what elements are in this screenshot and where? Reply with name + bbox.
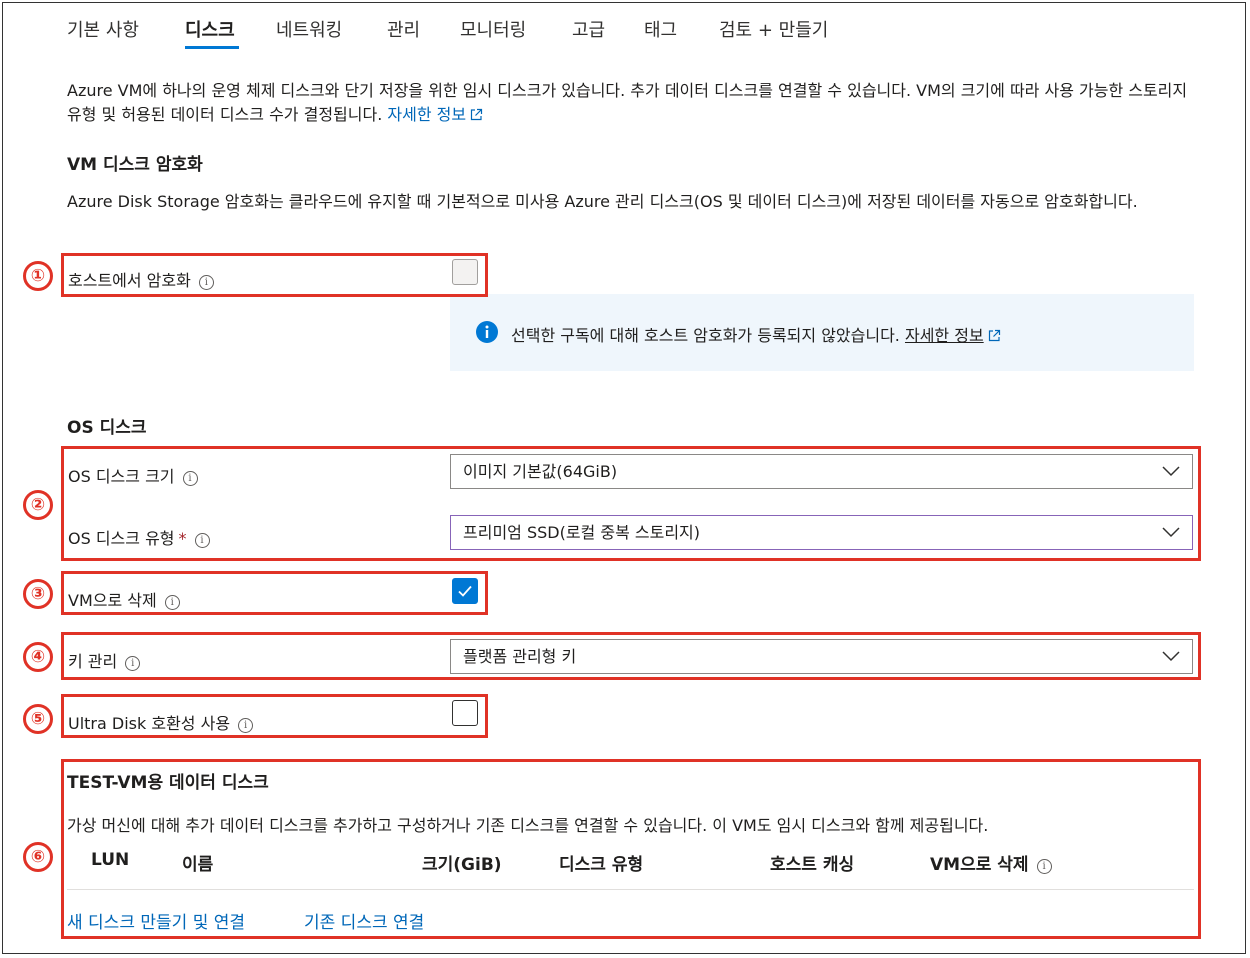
os-disk-heading: OS 디스크 [67, 418, 147, 438]
tab-networking[interactable]: 네트워킹 [276, 16, 342, 42]
key-management-label-text: 키 관리 [68, 652, 118, 671]
encryption-description: Azure Disk Storage 암호화는 클라우드에 유지할 때 기본적으… [67, 192, 1138, 211]
os-disk-type-value: 프리미엄 SSD(로컬 중복 스토리지) [463, 523, 701, 542]
tab-tags[interactable]: 태그 [644, 16, 677, 42]
host-encryption-checkbox[interactable] [452, 259, 478, 285]
annotation-marker-6: ⑥ [23, 842, 53, 872]
tab-disks[interactable]: 디스크 [185, 16, 235, 42]
intro-paragraph: Azure VM에 하나의 운영 체제 디스크와 단기 저장을 위한 임시 디스… [67, 79, 1197, 127]
os-disk-type-dropdown[interactable]: 프리미엄 SSD(로컬 중복 스토리지) [450, 515, 1193, 550]
attach-existing-disk-link[interactable]: 기존 디스크 연결 [304, 908, 424, 933]
info-message-bar: 선택한 구독에 대해 호스트 암호화가 등록되지 않았습니다. 자세한 정보 [450, 294, 1194, 371]
intro-text: Azure VM에 하나의 운영 체제 디스크와 단기 저장을 위한 임시 디스… [67, 81, 1188, 124]
data-disks-heading: TEST-VM용 데이터 디스크 [67, 773, 269, 793]
table-divider [67, 889, 1194, 890]
key-management-value: 플랫폼 관리형 키 [463, 647, 577, 666]
external-link-icon [470, 108, 483, 121]
annotation-marker-5: ⑤ [23, 704, 53, 734]
external-link-icon [988, 329, 1000, 342]
delete-with-vm-label-text: VM으로 삭제 [68, 591, 157, 610]
data-disks-description: 가상 머신에 대해 추가 데이터 디스크를 추가하고 구성하거나 기존 디스크를… [67, 816, 989, 835]
chevron-down-icon [1162, 527, 1180, 538]
column-delete-with-vm: VM으로 삭제 i [930, 850, 1052, 875]
create-attach-disk-link[interactable]: 새 디스크 만들기 및 연결 [67, 908, 245, 933]
tab-monitoring[interactable]: 모니터링 [460, 16, 526, 42]
annotation-marker-2: ② [23, 490, 53, 520]
checkmark-icon [458, 585, 472, 597]
tab-review-create[interactable]: 검토 + 만들기 [719, 16, 828, 42]
annotation-marker-4: ④ [23, 642, 53, 672]
host-encryption-label: 호스트에서 암호화 i [68, 267, 214, 291]
info-learn-more-link[interactable]: 자세한 정보 [905, 326, 984, 345]
os-disk-size-label: OS 디스크 크기 i [68, 463, 198, 487]
intro-learn-more-link[interactable]: 자세한 정보 [387, 105, 466, 124]
column-host-caching: 호스트 캐싱 [770, 855, 855, 875]
os-disk-type-label-text: OS 디스크 유형 [68, 529, 175, 548]
column-lun: LUN [91, 850, 130, 870]
info-message-text: 선택한 구독에 대해 호스트 암호화가 등록되지 않았습니다. [511, 326, 900, 345]
info-icon[interactable]: i [1036, 859, 1052, 874]
delete-with-vm-label: VM으로 삭제 i [68, 587, 180, 611]
info-icon[interactable]: i [164, 595, 180, 610]
tab-basics[interactable]: 기본 사항 [67, 16, 139, 42]
key-management-dropdown[interactable]: 플랫폼 관리형 키 [450, 639, 1193, 674]
host-encryption-label-text: 호스트에서 암호화 [68, 271, 191, 290]
column-delete-with-vm-text: VM으로 삭제 [930, 855, 1029, 875]
column-disk-type: 디스크 유형 [559, 855, 644, 875]
os-disk-size-value: 이미지 기본값(64GiB) [463, 462, 618, 481]
column-size: 크기(GiB) [422, 855, 502, 875]
encryption-heading: VM 디스크 암호화 [67, 155, 203, 175]
os-disk-size-label-text: OS 디스크 크기 [68, 467, 175, 486]
os-disk-type-label: OS 디스크 유형 * i [68, 525, 210, 549]
annotation-marker-3: ③ [23, 579, 53, 609]
chevron-down-icon [1162, 651, 1180, 662]
annotation-marker-1: ① [23, 261, 53, 291]
info-icon[interactable]: i [182, 471, 198, 486]
delete-with-vm-checkbox[interactable] [452, 578, 478, 604]
info-icon[interactable]: i [125, 656, 141, 671]
tab-management[interactable]: 관리 [387, 16, 420, 42]
tab-advanced[interactable]: 고급 [572, 16, 605, 42]
active-tab-indicator [185, 46, 239, 49]
info-icon[interactable]: i [238, 718, 254, 733]
info-icon[interactable]: i [198, 275, 214, 290]
ultra-disk-label-text: Ultra Disk 호환성 사용 [68, 714, 231, 733]
os-disk-size-dropdown[interactable]: 이미지 기본값(64GiB) [450, 454, 1193, 489]
ultra-disk-checkbox[interactable] [452, 700, 478, 726]
ultra-disk-label: Ultra Disk 호환성 사용 i [68, 710, 254, 734]
key-management-label: 키 관리 i [68, 648, 141, 672]
chevron-down-icon [1162, 466, 1180, 477]
info-message: 선택한 구독에 대해 호스트 암호화가 등록되지 않았습니다. 자세한 정보 [511, 322, 1001, 346]
required-asterisk: * [178, 529, 187, 548]
info-filled-icon [476, 321, 498, 343]
column-name: 이름 [182, 855, 214, 875]
info-icon[interactable]: i [194, 533, 210, 548]
